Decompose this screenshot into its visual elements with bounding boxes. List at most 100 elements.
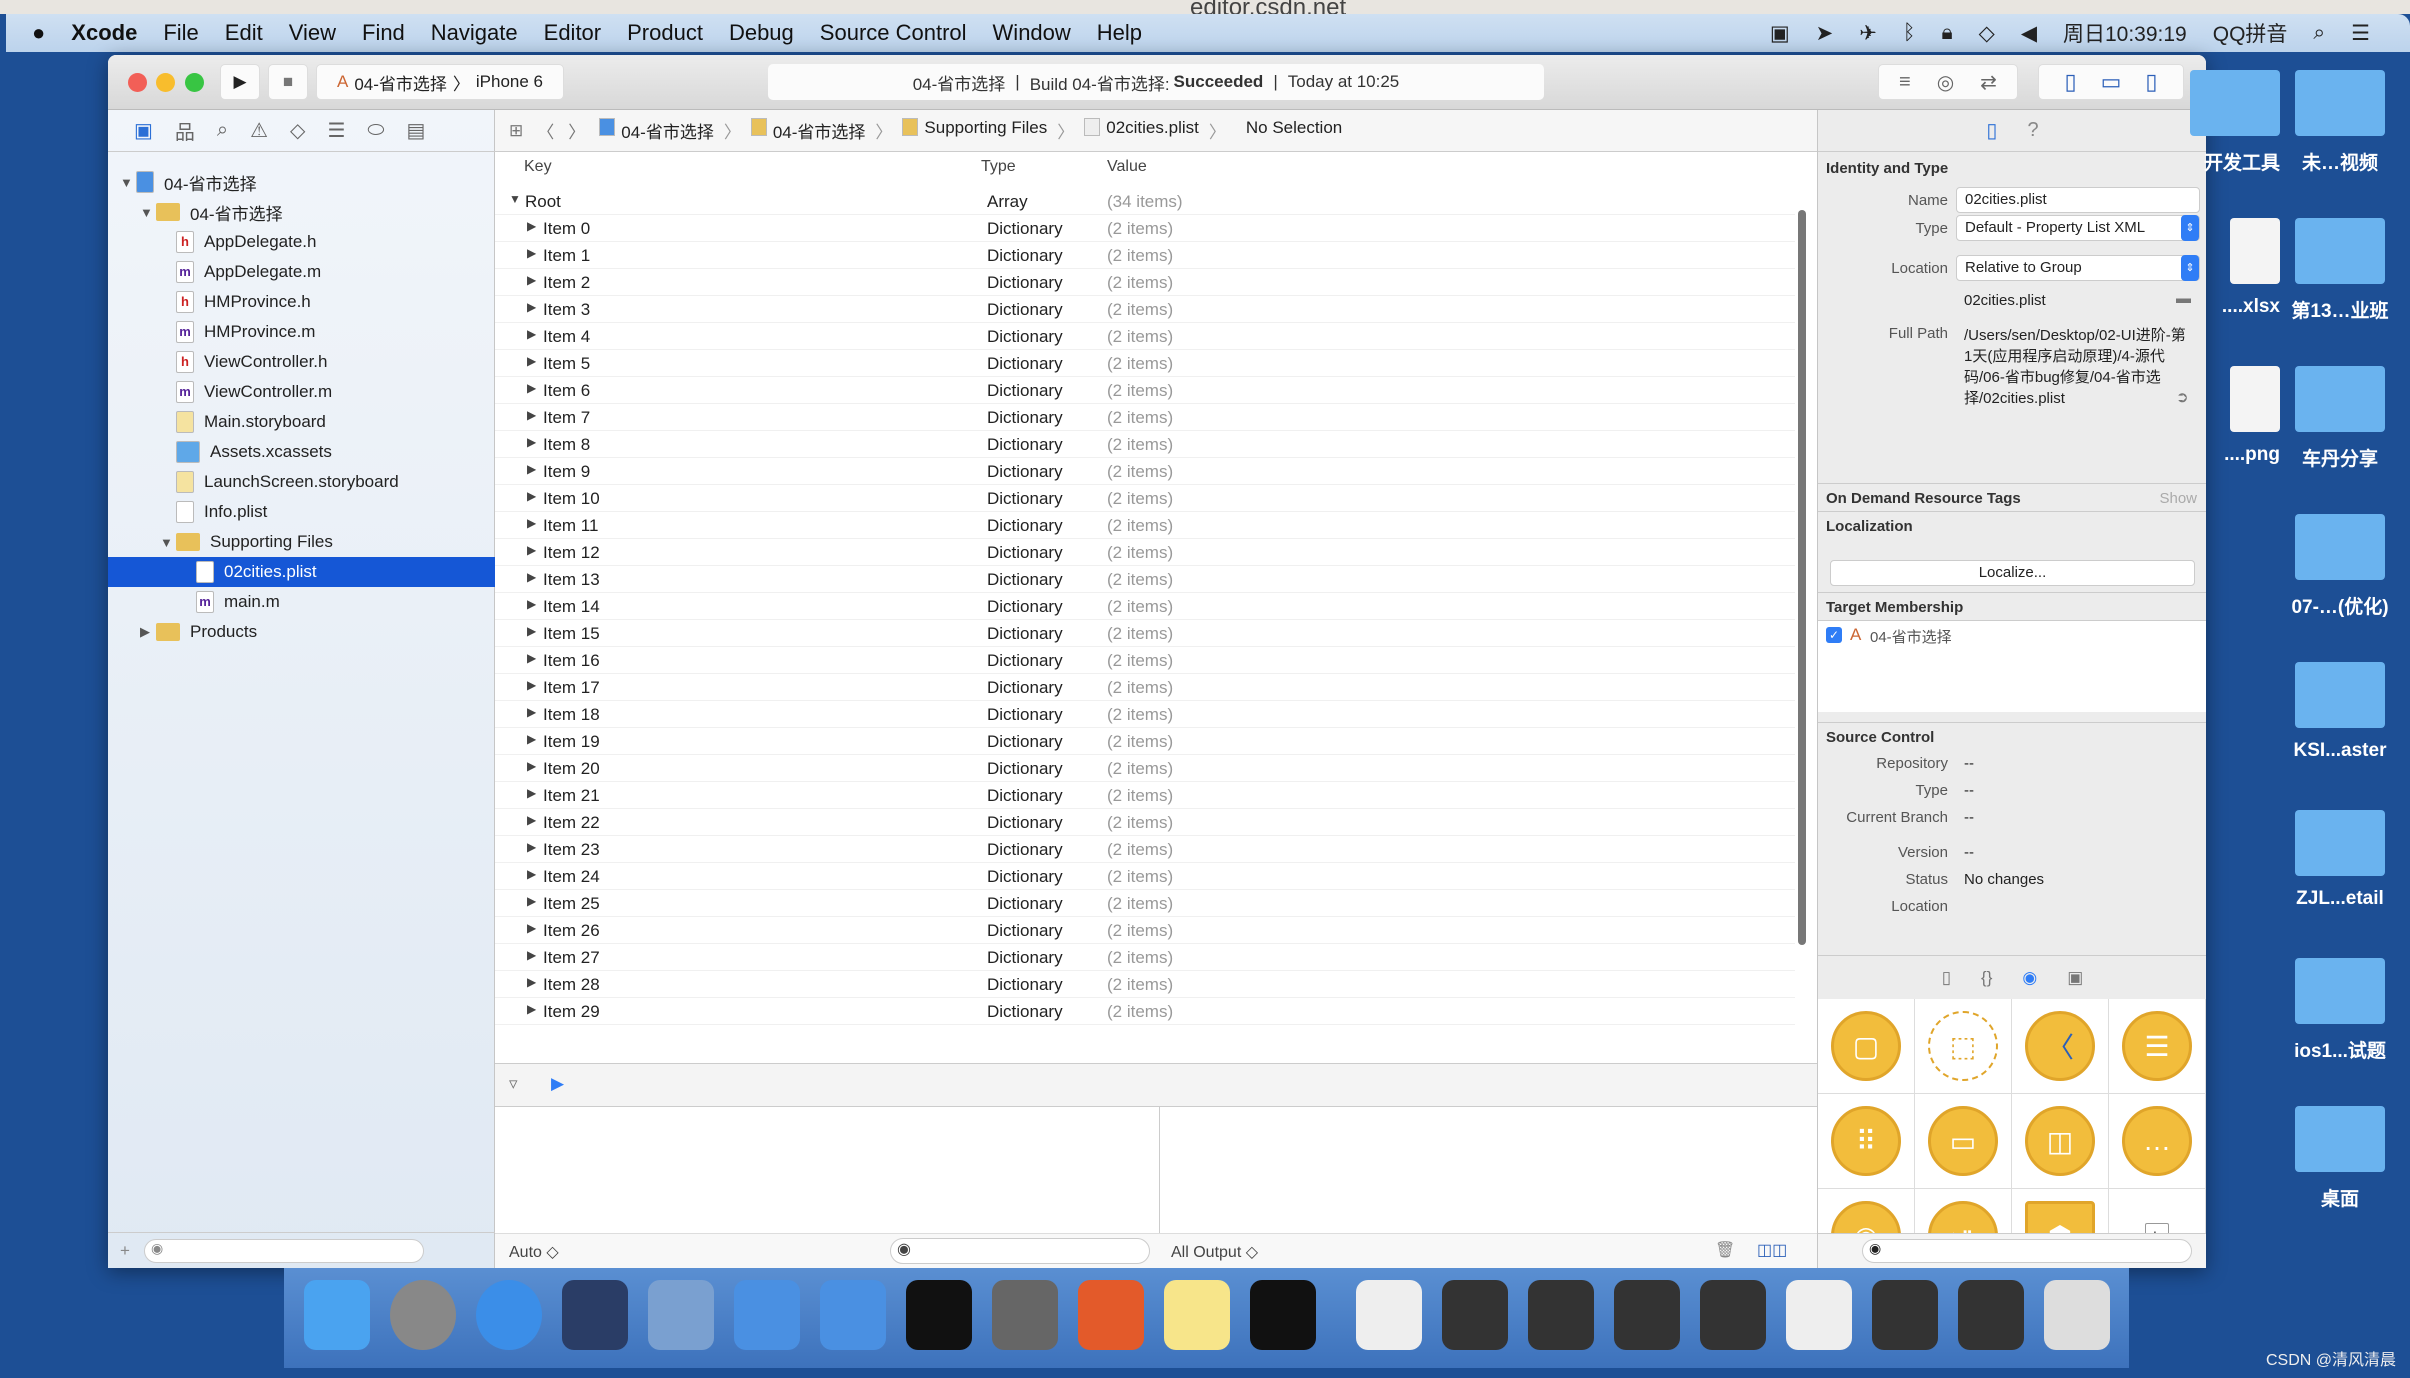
mouse-app-icon[interactable] [562,1280,628,1350]
disclosure-triangle-icon[interactable]: ▶ [527,759,536,773]
terminal-icon[interactable] [906,1280,972,1350]
disclosure-triangle-icon[interactable]: ▼ [509,192,521,206]
plist-row[interactable]: ▶ Item 20 Dictionary (2 items) [495,755,1795,782]
notification-icon[interactable]: ☰ [2351,21,2370,46]
library-item[interactable]: ⠿ [1818,1094,1915,1189]
navigator-item[interactable]: m main.m [108,587,495,617]
safari-icon[interactable] [476,1280,542,1350]
plist-row[interactable]: ▶ Item 1 Dictionary (2 items) [495,242,1795,269]
variables-scope-select[interactable]: Auto ◇ [509,1242,559,1262]
quick-help-icon[interactable]: ? [2027,119,2038,142]
wifi-icon[interactable]: ◇ [1979,21,1995,46]
disclosure-triangle-icon[interactable]: ▶ [527,516,536,530]
breakpoint-navigator-icon[interactable]: ⬭ [367,119,384,142]
split-view-icon[interactable]: ◫◫ [1757,1240,1787,1260]
library-filter-input[interactable]: ◉ [1862,1239,2192,1263]
system-preferences-icon[interactable] [992,1280,1058,1350]
disclosure-triangle-icon[interactable]: ▶ [527,624,536,638]
disclosure-triangle-icon[interactable]: ▶ [527,948,536,962]
plist-row[interactable]: ▶ Item 11 Dictionary (2 items) [495,512,1795,539]
issue-navigator-icon[interactable]: ⚠ [250,118,268,143]
disclosure-triangle-icon[interactable]: ▼ [120,175,136,190]
location-icon[interactable]: ➤ [1816,21,1834,46]
disclosure-triangle-icon[interactable]: ▶ [527,975,536,989]
clock[interactable]: 周日10:39:19 [2063,18,2187,48]
disclosure-triangle-icon[interactable]: ▶ [527,381,536,395]
toggle-navigator-icon[interactable]: ▯ [2064,69,2076,95]
disclosure-triangle-icon[interactable]: ▶ [527,219,536,233]
window-thumb-icon[interactable] [1528,1280,1594,1350]
plist-row[interactable]: ▶ Item 5 Dictionary (2 items) [495,350,1795,377]
video-app-icon[interactable] [648,1280,714,1350]
navigator-item[interactable]: h ViewController.h [108,347,495,377]
disclosure-triangle-icon[interactable]: ▶ [527,246,536,260]
disclosure-triangle-icon[interactable]: ▶ [527,1002,536,1016]
library-item[interactable]: ▭ [1915,1094,2012,1189]
desktop-item[interactable]: ....xlsx [2130,218,2280,318]
version-editor-icon[interactable]: ⇄ [1980,70,1997,95]
code-snippet-icon[interactable]: {} [1981,968,1992,988]
close-button[interactable] [128,73,147,92]
desktop-item[interactable]: ios1...试题 [2265,958,2410,1063]
window-thumb-icon[interactable] [1786,1280,1852,1350]
plist-row[interactable]: ▶ Item 8 Dictionary (2 items) [495,431,1795,458]
odr-show-button[interactable]: Show [2159,490,2197,507]
disclosure-triangle-icon[interactable]: ▶ [527,597,536,611]
plist-row[interactable]: ▶ Item 28 Dictionary (2 items) [495,971,1795,998]
test-navigator-icon[interactable]: ◇ [290,118,305,143]
launchpad-icon[interactable] [390,1280,456,1350]
plist-row[interactable]: ▶ Item 26 Dictionary (2 items) [495,917,1795,944]
plist-row[interactable]: ▶ Item 23 Dictionary (2 items) [495,836,1795,863]
trash-icon[interactable] [2044,1280,2110,1350]
console-icon[interactable] [1250,1280,1316,1350]
plist-row[interactable]: ▶ Item 4 Dictionary (2 items) [495,323,1795,350]
finder-icon[interactable] [304,1280,370,1350]
desktop-item[interactable]: 第13…业班 [2265,218,2410,323]
navigator-item[interactable]: 02cities.plist [108,557,495,587]
navigator-item[interactable]: ▼ 04-省市选择 [108,167,495,197]
report-navigator-icon[interactable]: ▤ [406,118,425,143]
menu-help[interactable]: Help [1097,20,1142,46]
menu-edit[interactable]: Edit [225,20,263,46]
menu-file[interactable]: File [163,20,198,46]
menu-debug[interactable]: Debug [729,20,794,46]
vertical-scrollbar[interactable] [1798,210,1806,945]
navigator-item[interactable]: h AppDelegate.h [108,227,495,257]
window-thumb-icon[interactable] [1356,1280,1422,1350]
navigator-item[interactable]: Main.storyboard [108,407,495,437]
name-field[interactable]: 02cities.plist [1956,187,2200,213]
plist-row[interactable]: ▶ Item 6 Dictionary (2 items) [495,377,1795,404]
navigator-item[interactable]: ▼ Supporting Files [108,527,495,557]
breakpoints-toggle-icon[interactable]: ▶ [551,1074,564,1094]
window-thumb-icon[interactable] [1958,1280,2024,1350]
menu-window[interactable]: Window [993,20,1071,46]
plist-row[interactable]: ▶ Item 12 Dictionary (2 items) [495,539,1795,566]
apple-icon[interactable]: ● [32,20,45,46]
plist-row[interactable]: ▶ Item 29 Dictionary (2 items) [495,998,1795,1025]
disclosure-triangle-icon[interactable]: ▶ [527,840,536,854]
library-item[interactable]: ☰ [2109,999,2206,1094]
notes-icon[interactable] [1164,1280,1230,1350]
plist-row[interactable]: ▶ Item 9 Dictionary (2 items) [495,458,1795,485]
zoom-button[interactable] [185,73,204,92]
media-library-icon[interactable]: ▣ [2067,968,2083,988]
menu-find[interactable]: Find [362,20,405,46]
library-item[interactable]: ⬚ [1915,999,2012,1094]
desktop-item[interactable]: 桌面 [2265,1106,2410,1211]
window-thumb-icon[interactable] [1614,1280,1680,1350]
run-button[interactable]: ▶ [220,64,260,100]
volume-icon[interactable]: ◀ [2021,21,2037,46]
plist-row[interactable]: ▶ Item 21 Dictionary (2 items) [495,782,1795,809]
find-navigator-icon[interactable]: ⌕ [217,119,228,142]
symbol-navigator-icon[interactable]: 品 [175,116,195,145]
lock-icon[interactable]: 🔒︎ [1941,21,1952,45]
navigator-item[interactable]: Info.plist [108,497,495,527]
file-template-icon[interactable]: ▯ [1942,968,1951,988]
desktop-item[interactable]: KSI...aster [2265,662,2410,762]
navigator-item[interactable]: m ViewController.m [108,377,495,407]
plist-row[interactable]: ▶ Item 24 Dictionary (2 items) [495,863,1795,890]
navigator-item[interactable]: h HMProvince.h [108,287,495,317]
window-thumb-icon[interactable] [1442,1280,1508,1350]
plist-row[interactable]: ▶ Item 14 Dictionary (2 items) [495,593,1795,620]
disclosure-triangle-icon[interactable]: ▶ [527,327,536,341]
